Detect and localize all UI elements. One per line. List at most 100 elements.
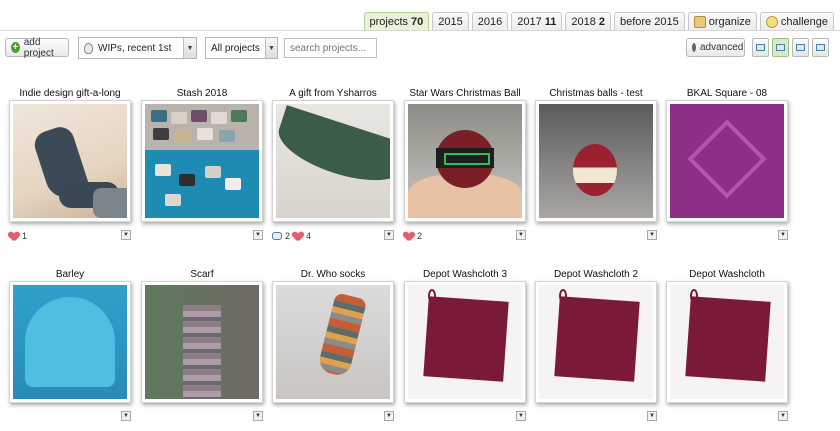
heart-count: 4	[306, 231, 312, 241]
sort-value: WIPs, recent 1st	[98, 42, 172, 54]
project-menu-button[interactable]: ▼	[516, 230, 526, 240]
project-title[interactable]: Star Wars Christmas Ball	[404, 88, 526, 99]
list-view-button[interactable]	[792, 38, 809, 57]
large-grid-view-button[interactable]	[752, 38, 769, 57]
project-photo[interactable]	[141, 281, 263, 403]
project-title[interactable]: Christmas balls - test	[535, 88, 657, 99]
project-photo[interactable]	[666, 281, 788, 403]
tab-label: 2015	[438, 15, 463, 28]
stash-photo	[145, 104, 259, 218]
medal-icon	[84, 42, 93, 54]
project-photo[interactable]	[9, 100, 131, 222]
project-menu-button[interactable]: ▼	[778, 411, 788, 421]
tab-label: 2016	[477, 15, 503, 28]
sock-photo	[276, 285, 390, 399]
chevron-down-icon: ▼	[264, 38, 277, 58]
tab-label: challenge	[780, 15, 828, 28]
project-title[interactable]: Depot Washcloth 3	[404, 269, 526, 280]
heart-icon[interactable]	[404, 232, 414, 241]
tab-count: 11	[544, 15, 557, 28]
scarf-photo	[145, 285, 259, 399]
christmas-ball-photo	[408, 104, 522, 218]
magnifier-icon	[692, 43, 696, 52]
hat-photo	[13, 285, 127, 399]
heart-icon[interactable]	[293, 232, 303, 241]
tab-2018[interactable]: 2018 2	[565, 12, 611, 31]
grid-view-button[interactable]	[772, 38, 789, 57]
project-photo[interactable]	[272, 100, 394, 222]
tab-label: 2017	[517, 15, 542, 28]
list-view-icon	[796, 44, 805, 51]
advanced-search-button[interactable]: advanced	[686, 38, 745, 57]
project-menu-button[interactable]: ▼	[384, 411, 394, 421]
organize-icon	[693, 16, 706, 28]
advanced-label: advanced	[700, 42, 744, 53]
heart-count: 1	[22, 231, 28, 241]
project-title[interactable]: Depot Washcloth	[666, 269, 788, 280]
tab-label: organize	[708, 15, 751, 28]
square-photo	[670, 104, 784, 218]
project-menu-button[interactable]: ▼	[121, 230, 131, 240]
tab-label: 2018	[571, 15, 596, 28]
project-menu-button[interactable]: ▼	[253, 411, 263, 421]
heart-icon[interactable]	[9, 232, 19, 241]
project-title[interactable]: Dr. Who socks	[272, 269, 394, 280]
project-stats: 2	[404, 231, 422, 241]
search-input[interactable]	[284, 38, 377, 58]
tab-organize[interactable]: organize	[687, 12, 757, 31]
heart-count: 2	[417, 231, 423, 241]
ornament-photo	[539, 104, 653, 218]
plus-icon: +	[11, 42, 20, 53]
project-title[interactable]: Depot Washcloth 2	[535, 269, 657, 280]
tab-count: 70	[411, 15, 424, 28]
project-title[interactable]: Stash 2018	[141, 88, 263, 99]
project-title[interactable]: Indie design gift-a-long	[9, 88, 131, 99]
tab-challenge[interactable]: challenge	[759, 12, 834, 31]
tab-projects[interactable]: projects 70	[363, 12, 430, 31]
project-menu-button[interactable]: ▼	[647, 411, 657, 421]
sort-select[interactable]: WIPs, recent 1st ▼	[78, 37, 197, 59]
tab-2016[interactable]: 2016	[471, 12, 509, 31]
washcloth-photo	[539, 285, 653, 399]
project-menu-button[interactable]: ▼	[384, 230, 394, 240]
project-menu-button[interactable]: ▼	[121, 411, 131, 421]
project-photo[interactable]	[272, 281, 394, 403]
large-grid-view-icon	[756, 44, 765, 51]
add-project-button[interactable]: + add project	[5, 36, 69, 59]
add-project-label: add project	[23, 36, 54, 59]
project-menu-button[interactable]: ▼	[647, 230, 657, 240]
tab-count: 2	[598, 15, 605, 28]
comment-count: 2	[285, 231, 291, 241]
tab-divider	[0, 30, 840, 31]
grid-view-icon	[776, 44, 785, 51]
project-photo[interactable]	[141, 100, 263, 222]
project-photo[interactable]	[404, 281, 526, 403]
project-title[interactable]: Barley	[9, 269, 131, 280]
project-photo[interactable]	[404, 100, 526, 222]
filter-select[interactable]: All projects ▼	[205, 37, 278, 59]
project-menu-button[interactable]: ▼	[253, 230, 263, 240]
detail-view-button[interactable]	[812, 38, 829, 57]
project-photo[interactable]	[666, 100, 788, 222]
washcloth-photo	[670, 285, 784, 399]
project-photo[interactable]	[535, 100, 657, 222]
shawl-photo	[276, 104, 390, 218]
project-title[interactable]: Scarf	[141, 269, 263, 280]
project-title[interactable]: A gift from Ysharros	[272, 88, 394, 99]
detail-view-icon	[816, 44, 825, 51]
tab-2015[interactable]: 2015	[432, 12, 469, 31]
comment-icon[interactable]	[272, 232, 282, 240]
project-menu-button[interactable]: ▼	[516, 411, 526, 421]
project-photo[interactable]	[535, 281, 657, 403]
chevron-down-icon: ▼	[183, 38, 196, 58]
tab-label: projects	[369, 15, 409, 28]
project-tabs: projects 70 2015 2016 2017 11 2018 2 bef…	[363, 12, 834, 31]
filter-value: All projects	[211, 42, 260, 54]
tab-label: before 2015	[619, 15, 679, 28]
project-photo[interactable]	[9, 281, 131, 403]
project-menu-button[interactable]: ▼	[778, 230, 788, 240]
project-title[interactable]: BKAL Square - 08	[666, 88, 788, 99]
tab-before-2015[interactable]: before 2015	[613, 12, 685, 31]
tab-2017[interactable]: 2017 11	[511, 12, 563, 31]
view-toggle-group	[752, 38, 829, 57]
